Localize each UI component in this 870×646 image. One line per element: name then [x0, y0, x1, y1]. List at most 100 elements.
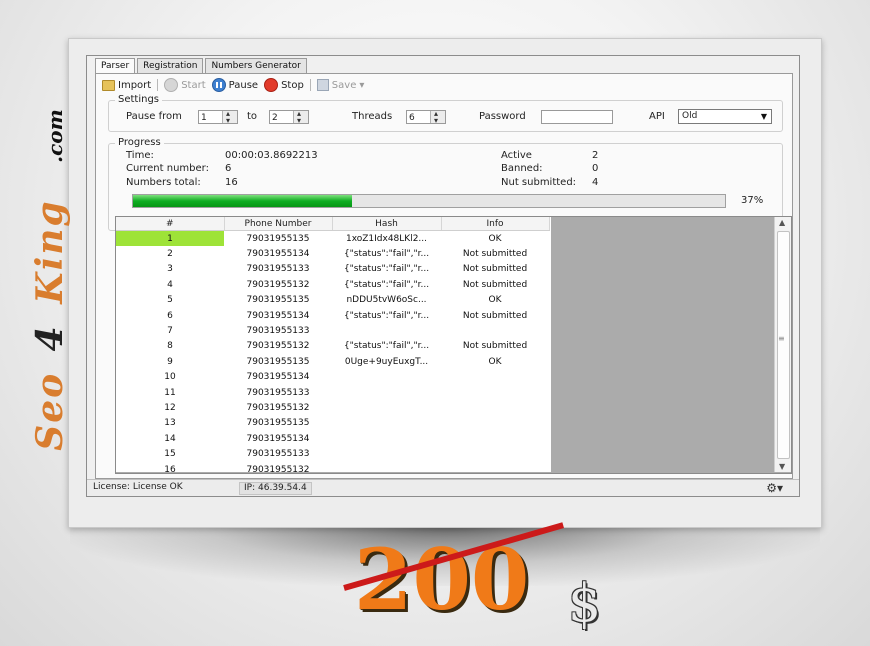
to-label: to — [247, 111, 258, 122]
stepper-arrows-icon[interactable] — [430, 107, 445, 128]
play-icon — [164, 78, 179, 92]
pause-label: Pause — [228, 79, 259, 91]
stepper-arrows-icon[interactable] — [222, 107, 237, 128]
row-index: 11 — [164, 387, 176, 398]
row-phone: 79031955132 — [246, 402, 310, 413]
pause-to-stepper[interactable]: 2 — [269, 107, 309, 128]
pause-button[interactable]: Pause — [211, 78, 259, 92]
toolbar-separator — [309, 79, 311, 91]
column-header-info[interactable]: Info — [441, 217, 550, 231]
row-info — [441, 385, 549, 400]
toolbar: Import Start Pause Stop Save ▾ — [102, 77, 370, 93]
banned-label: Banned: — [501, 163, 543, 174]
row-phone: 79031955135 — [246, 356, 310, 367]
chevron-down-icon: ▾ — [359, 79, 365, 91]
scroll-up-icon[interactable]: ▲ — [779, 218, 785, 227]
grid-table-area: # Phone Number Hash Info 1 79031955135 1xo… — [116, 217, 551, 472]
row-info: Not submitted — [462, 279, 528, 290]
row-hash: {"status":"fail","r... — [343, 310, 430, 321]
row-index: 14 — [164, 433, 176, 444]
numbers-grid[interactable]: # Phone Number Hash Info 1 79031955135 1xo… — [115, 216, 792, 474]
stepper-arrows-icon[interactable] — [293, 107, 308, 128]
row-phone: 79031955135 — [246, 418, 310, 429]
row-index: 7 — [167, 326, 173, 337]
row-phone: 79031955134 — [246, 433, 310, 444]
row-hash — [332, 446, 441, 461]
table-row[interactable]: 14 79031955134 — [116, 431, 549, 446]
folder-icon — [102, 79, 115, 91]
save-label: Save — [331, 79, 357, 91]
row-info: Not submitted — [462, 249, 528, 260]
row-hash — [332, 385, 441, 400]
import-button[interactable]: Import — [102, 79, 151, 91]
scroll-down-icon[interactable]: ▼ — [779, 462, 785, 471]
table-row[interactable]: 9 79031955135 0Uge+9uyEuxgT... OK — [116, 354, 549, 369]
toolbar-separator — [157, 79, 159, 91]
row-index: 1 — [116, 230, 224, 247]
password-field[interactable] — [541, 110, 613, 124]
table-row[interactable]: 7 79031955133 — [116, 323, 549, 338]
row-index: 5 — [167, 295, 173, 306]
table-row[interactable]: 4 79031955132 {"status":"fail","r... Not su… — [116, 277, 549, 292]
license-status: License: License OK — [89, 482, 187, 493]
row-index: 16 — [164, 464, 176, 472]
threads-stepper[interactable]: 6 — [406, 107, 446, 128]
api-select[interactable]: Old ▼ — [678, 109, 772, 124]
row-index: 6 — [167, 310, 173, 321]
table-row[interactable]: 1 79031955135 1xoZ1Idx48LKl2... OK — [116, 230, 549, 247]
scrollbar-thumb[interactable] — [777, 231, 790, 459]
row-phone: 79031955132 — [246, 341, 310, 352]
row-hash: 0Uge+9uyEuxgT... — [344, 356, 429, 367]
row-hash: {"status":"fail","r... — [343, 341, 430, 352]
row-index: 12 — [164, 402, 176, 413]
table-row[interactable]: 3 79031955133 {"status":"fail","r... Not su… — [116, 262, 549, 277]
row-phone: 79031955133 — [246, 449, 310, 460]
column-header-hash[interactable]: Hash — [332, 217, 442, 231]
license-label: License: — [93, 482, 130, 492]
ip-status: IP: 46.39.54.4 — [239, 482, 312, 495]
row-phone: 79031955135 — [246, 233, 310, 244]
row-hash — [332, 416, 441, 431]
numbers-total-value: 16 — [225, 177, 238, 188]
current-number-label: Current number: — [126, 163, 209, 174]
table-row[interactable]: 8 79031955132 {"status":"fail","r... Not su… — [116, 339, 549, 354]
row-phone: 79031955132 — [246, 464, 310, 472]
table-row[interactable]: 10 79031955134 — [116, 370, 549, 385]
table-row[interactable]: 2 79031955134 {"status":"fail","r... Not su… — [116, 246, 549, 261]
gear-icon[interactable]: ⚙▾ — [766, 481, 783, 495]
table-row[interactable]: 15 79031955133 — [116, 446, 549, 461]
row-info: Not submitted — [462, 264, 528, 275]
tab-numbers-generator[interactable]: Numbers Generator — [205, 58, 307, 73]
api-select-value: Old — [682, 111, 698, 121]
start-button[interactable]: Start — [164, 78, 206, 92]
table-row[interactable]: 5 79031955135 nDDU5tvW6oSc... OK — [116, 293, 549, 308]
time-label: Time: — [126, 150, 154, 161]
api-label: API — [649, 111, 665, 122]
pause-to-value: 2 — [272, 113, 278, 123]
numbers-total-label: Numbers total: — [126, 177, 201, 188]
row-info: Not submitted — [462, 341, 528, 352]
stop-button[interactable]: Stop — [264, 78, 304, 92]
row-index: 9 — [167, 356, 173, 367]
progress-percent: 37% — [741, 195, 764, 206]
ip-label: IP: — [244, 483, 256, 493]
table-row[interactable]: 13 79031955135 — [116, 416, 549, 431]
tab-registration[interactable]: Registration — [137, 58, 204, 73]
column-header-index[interactable]: # — [116, 217, 225, 231]
tab-parser[interactable]: Parser — [95, 58, 136, 74]
table-row[interactable]: 12 79031955132 — [116, 400, 549, 415]
row-info — [441, 462, 549, 472]
table-row[interactable]: 11 79031955133 — [116, 385, 549, 400]
row-info: Not submitted — [462, 310, 528, 321]
grip-icon: ≡ — [778, 334, 785, 343]
row-hash — [332, 400, 441, 415]
row-info — [441, 416, 549, 431]
brand-watermark: Seo 4 King .com — [29, 109, 71, 451]
column-header-phone[interactable]: Phone Number — [224, 217, 333, 231]
pause-from-stepper[interactable]: 1 — [198, 107, 238, 128]
table-row[interactable]: 6 79031955134 {"status":"fail","r... Not su… — [116, 308, 549, 323]
row-hash — [332, 462, 441, 472]
save-button[interactable]: Save ▾ — [316, 79, 365, 91]
table-row[interactable]: 16 79031955132 — [116, 462, 549, 472]
vertical-scrollbar[interactable]: ▲ ≡ ▼ — [774, 217, 791, 472]
